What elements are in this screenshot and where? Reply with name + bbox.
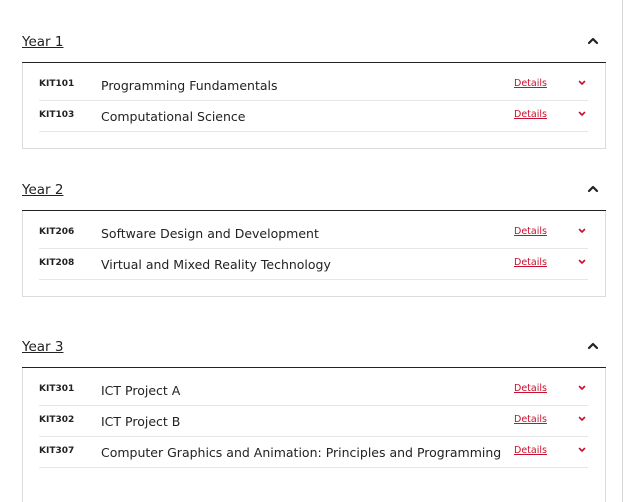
year-2-header[interactable]: Year 2: [22, 180, 606, 211]
details-link[interactable]: Details: [514, 445, 547, 456]
details-link[interactable]: Details: [514, 226, 547, 237]
chevron-down-icon[interactable]: [577, 415, 587, 423]
year-2-title[interactable]: Year 2: [22, 182, 63, 198]
unit-name: ICT Project B: [101, 414, 181, 429]
unit-row: KIT302 ICT Project B Details: [39, 406, 588, 437]
unit-name: Software Design and Development: [101, 226, 319, 241]
details-link[interactable]: Details: [514, 383, 547, 394]
unit-row: KIT307 Computer Graphics and Animation: …: [39, 437, 588, 468]
chevron-up-icon[interactable]: [586, 182, 600, 196]
details-link[interactable]: Details: [514, 78, 547, 89]
chevron-down-icon[interactable]: [577, 258, 587, 266]
year-2-unit-list: KIT206 Software Design and Development D…: [22, 211, 606, 297]
unit-name: Computer Graphics and Animation: Princip…: [101, 445, 502, 460]
unit-code: KIT301: [39, 384, 75, 394]
unit-row: KIT206 Software Design and Development D…: [39, 218, 588, 249]
unit-name: ICT Project A: [101, 383, 181, 398]
unit-name: Virtual and Mixed Reality Technology: [101, 257, 331, 272]
chevron-down-icon[interactable]: [577, 446, 587, 454]
year-2-section: Year 2 KIT206 Software Design and Develo…: [22, 180, 606, 297]
year-3-title[interactable]: Year 3: [22, 339, 63, 355]
unit-code: KIT206: [39, 227, 75, 237]
chevron-up-icon[interactable]: [586, 34, 600, 48]
unit-code: KIT208: [39, 258, 75, 268]
unit-row: KIT208 Virtual and Mixed Reality Technol…: [39, 249, 588, 280]
unit-code: KIT302: [39, 415, 75, 425]
unit-row: KIT301 ICT Project A Details: [39, 375, 588, 406]
year-1-title[interactable]: Year 1: [22, 34, 63, 50]
year-3-header[interactable]: Year 3: [22, 337, 606, 368]
chevron-down-icon[interactable]: [577, 110, 587, 118]
year-3-section: Year 3 KIT301 ICT Project A Details KIT3…: [22, 337, 606, 502]
unit-name: Programming Fundamentals: [101, 78, 278, 93]
year-1-unit-list: KIT101 Programming Fundamentals Details …: [22, 63, 606, 149]
unit-code: KIT307: [39, 446, 75, 456]
chevron-up-icon[interactable]: [586, 339, 600, 353]
details-link[interactable]: Details: [514, 109, 547, 120]
unit-name: Computational Science: [101, 109, 246, 124]
chevron-down-icon[interactable]: [577, 79, 587, 87]
details-link[interactable]: Details: [514, 257, 547, 268]
course-structure-page: Year 1 KIT101 Programming Fundamentals D…: [0, 0, 637, 502]
year-3-unit-list: KIT301 ICT Project A Details KIT302 ICT …: [22, 368, 606, 502]
unit-row: KIT103 Computational Science Details: [39, 101, 588, 132]
year-1-header[interactable]: Year 1: [22, 32, 606, 63]
chevron-down-icon[interactable]: [577, 227, 587, 235]
details-link[interactable]: Details: [514, 414, 547, 425]
page-divider: [622, 0, 623, 502]
unit-code: KIT103: [39, 110, 75, 120]
unit-code: KIT101: [39, 79, 75, 89]
year-1-section: Year 1 KIT101 Programming Fundamentals D…: [22, 32, 606, 149]
unit-row: KIT101 Programming Fundamentals Details: [39, 70, 588, 101]
chevron-down-icon[interactable]: [577, 384, 587, 392]
